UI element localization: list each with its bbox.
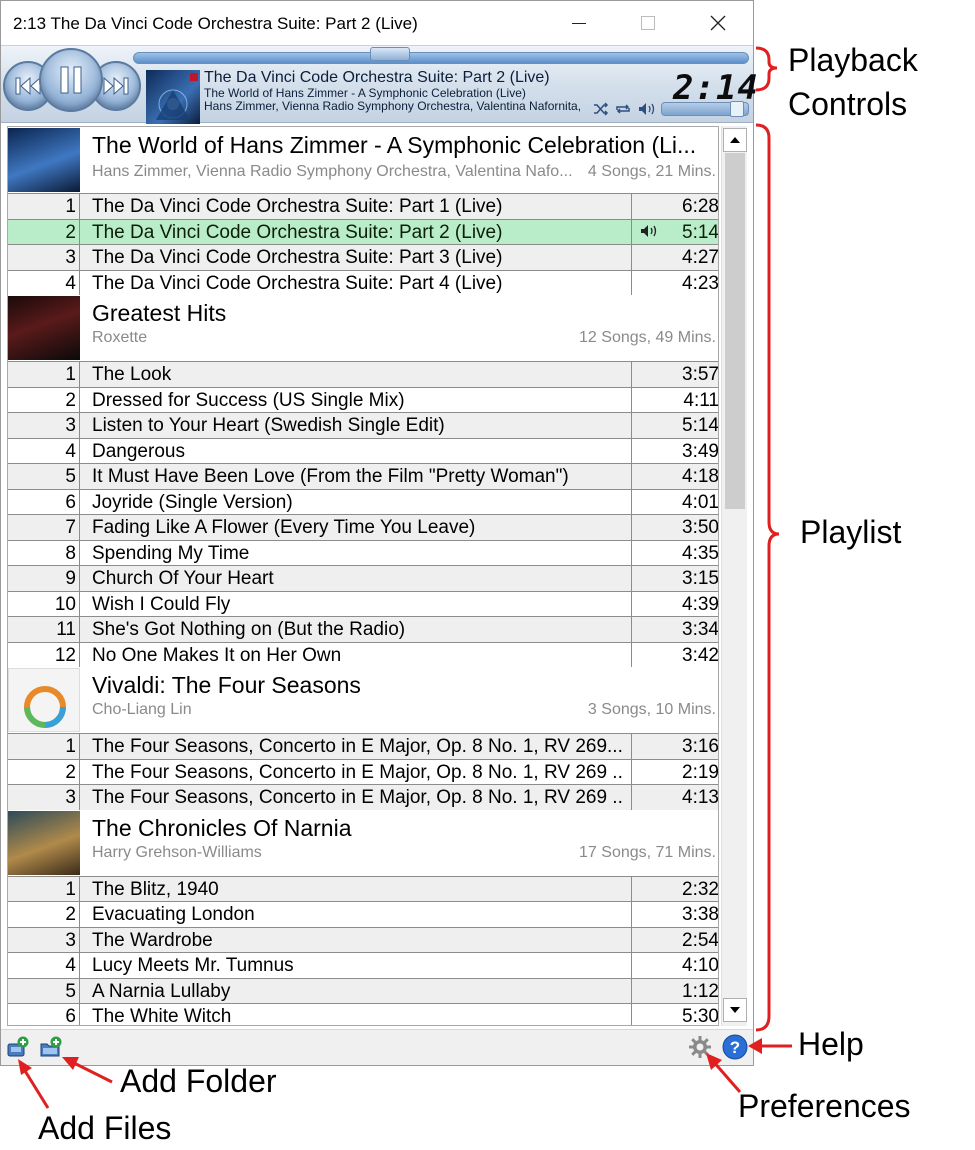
help-label: Help <box>798 1026 864 1062</box>
add-folder-arrow <box>62 1057 113 1084</box>
screenshot-root: 2:13 The Da Vinci Code Orchestra Suite: … <box>0 0 975 1150</box>
playback-controls-label-line1: Playback <box>788 42 918 78</box>
add-files-label: Add Files <box>38 1110 172 1146</box>
pause-icon <box>60 66 82 94</box>
playback-controls-label-line2: Controls <box>788 86 908 122</box>
pause-button[interactable] <box>39 48 103 112</box>
preferences-arrow <box>706 1053 742 1093</box>
playback-controls-brace <box>755 46 778 92</box>
add-files-arrow <box>18 1059 50 1109</box>
playlist-brace <box>755 123 780 1032</box>
add-folder-label: Add Folder <box>120 1063 277 1099</box>
annotation-overlay <box>18 46 792 1109</box>
preferences-label: Preferences <box>738 1088 911 1124</box>
playlist-label: Playlist <box>800 514 902 550</box>
help-arrow <box>748 1038 792 1054</box>
